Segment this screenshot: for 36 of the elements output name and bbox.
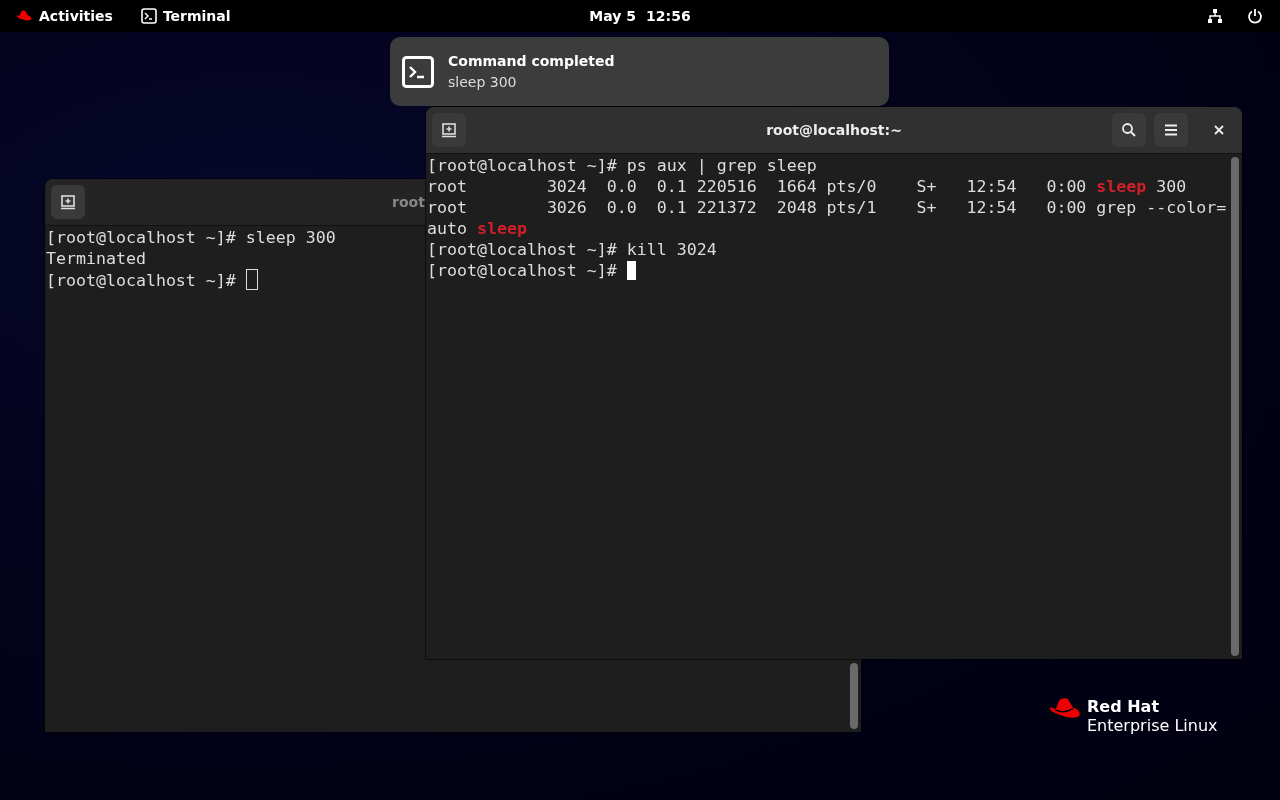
hat-icon — [16, 10, 33, 22]
terminal-line: root 3024 0.0 0.1 220516 1664 pts/0 S+ 12:54 0:00 sleep 300 — [427, 176, 1187, 197]
power-icon[interactable] — [1247, 8, 1263, 24]
terminal-line: root 3026 0.0 0.1 221372 2048 pts/1 S+ 12:54 0:00 grep --color= — [427, 197, 1227, 218]
terminal-icon — [140, 8, 157, 24]
terminal-app-menu[interactable]: Terminal — [132, 4, 239, 28]
new-tab-button[interactable] — [432, 113, 466, 147]
activities-button[interactable]: Activities — [8, 4, 121, 28]
terminal-line: auto sleep — [427, 218, 527, 239]
brand-product: Enterprise Linux — [1087, 716, 1218, 735]
menu-button[interactable] — [1154, 113, 1188, 147]
scrollbar[interactable] — [1231, 157, 1239, 656]
plus-icon — [60, 194, 76, 210]
terminal-line: Terminated — [46, 248, 146, 269]
clock-button[interactable]: May 5 12:56 — [581, 4, 699, 28]
notification-banner[interactable]: Command completed sleep 300 — [390, 37, 889, 106]
window-title: root — [392, 194, 425, 210]
close-icon — [1214, 125, 1224, 135]
search-button[interactable] — [1112, 113, 1146, 147]
plus-icon — [441, 122, 457, 138]
terminal-line: [root@localhost ~]# — [427, 260, 636, 281]
scrollbar[interactable] — [850, 663, 858, 729]
terminal-line: [root@localhost ~]# — [46, 269, 258, 290]
terminal-icon — [402, 55, 434, 88]
network-icon[interactable] — [1207, 8, 1223, 24]
search-icon — [1121, 122, 1137, 138]
hat-logo-icon — [1049, 697, 1083, 721]
brand-name: Red Hat — [1087, 697, 1161, 716]
new-tab-button[interactable] — [51, 185, 85, 219]
window-title: root@localhost:~ — [766, 122, 902, 138]
notification-title: Command completed — [448, 53, 615, 69]
terminal-line: [root@localhost ~]# sleep 300 — [46, 227, 336, 248]
notification-body: sleep 300 — [448, 74, 518, 90]
terminal-line: [root@localhost ~]# ps aux | grep sleep — [427, 155, 817, 176]
terminal-line: [root@localhost ~]# kill 3024 — [427, 239, 717, 260]
menu-icon — [1164, 124, 1178, 136]
